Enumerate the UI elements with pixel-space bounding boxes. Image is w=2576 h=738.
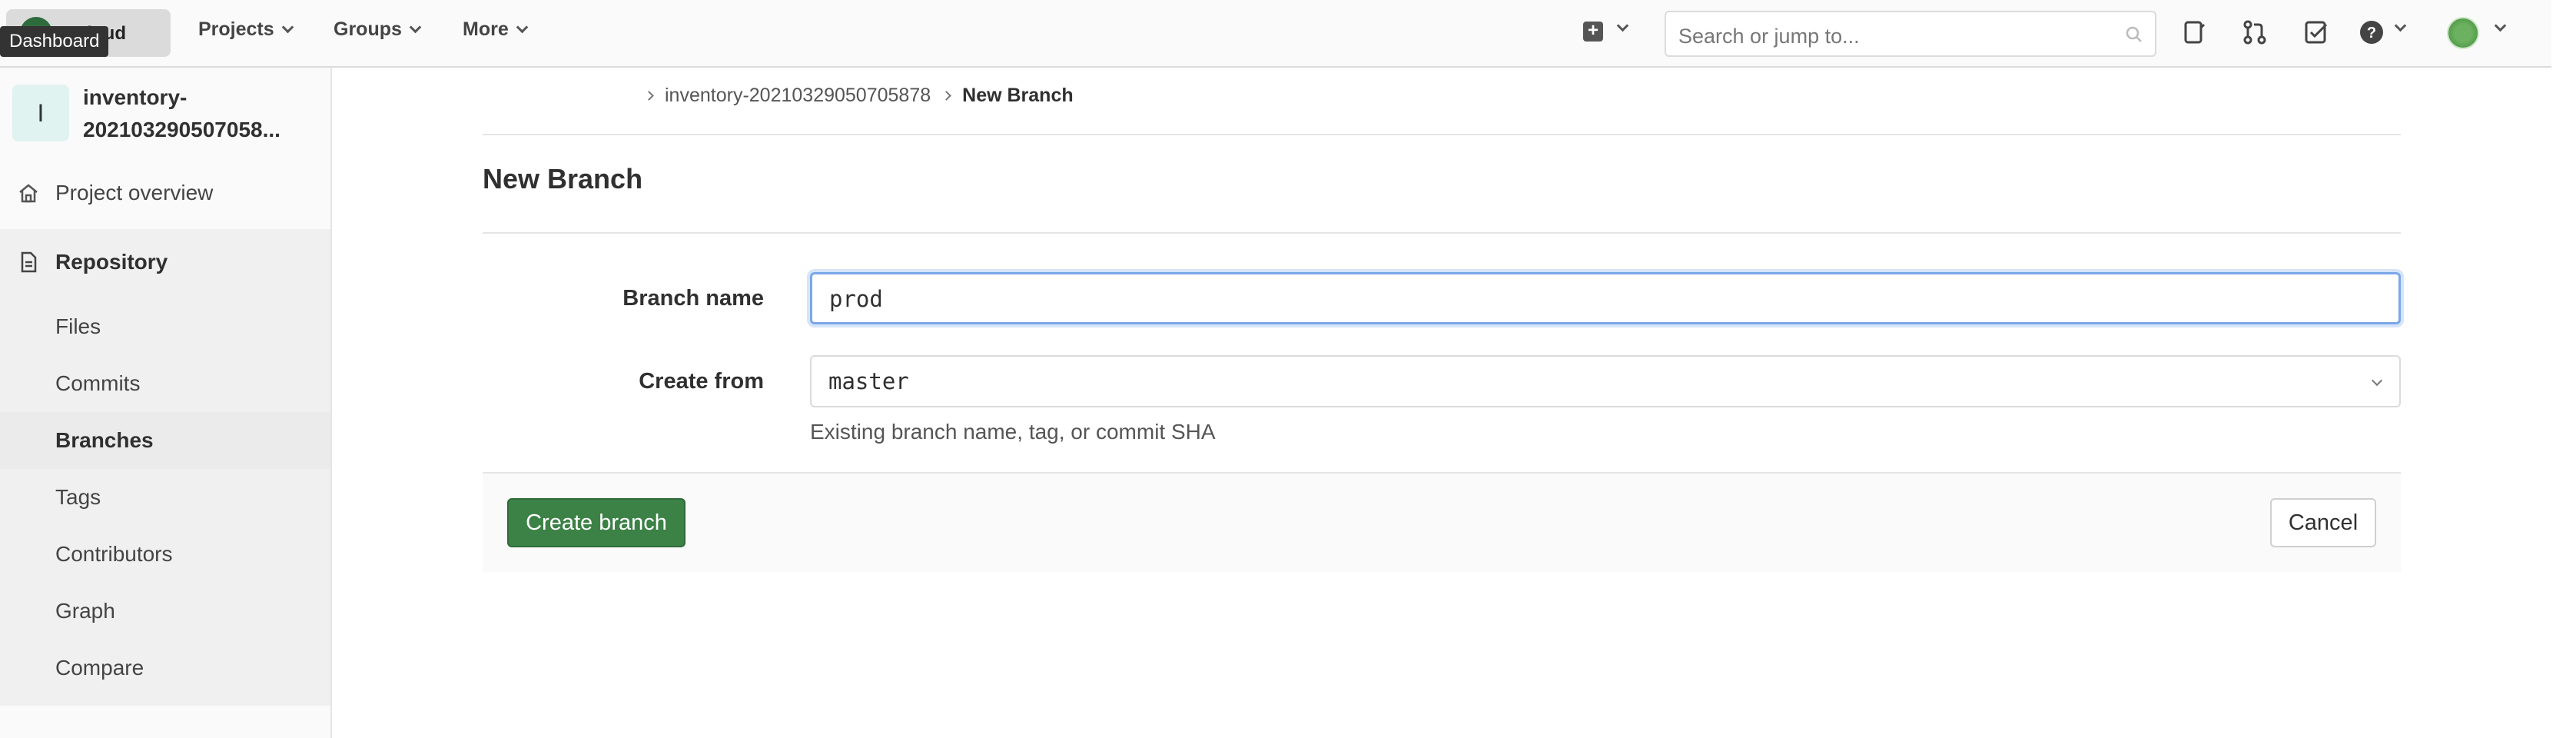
nav-more-dropdown[interactable]: More: [463, 18, 529, 41]
project-sidebar: I inventory-202103290507058... Project o…: [0, 68, 332, 738]
user-avatar[interactable]: [2447, 17, 2479, 49]
cancel-button[interactable]: Cancel: [2270, 498, 2376, 547]
sidebar-item-branches[interactable]: Branches: [0, 412, 330, 469]
chevron-right-icon: [941, 91, 952, 101]
chevron-down-icon[interactable]: [2494, 19, 2507, 32]
chevron-down-icon: [409, 21, 422, 34]
divider: [483, 232, 2401, 234]
create-from-select[interactable]: master: [810, 355, 2401, 407]
chevron-down-icon: [2371, 374, 2383, 387]
project-name[interactable]: inventory-202103290507058...: [83, 81, 314, 146]
search-placeholder: Search or jump to...: [1678, 25, 1860, 48]
todo-doc-icon[interactable]: [2181, 18, 2209, 46]
document-icon: [21, 251, 37, 273]
nav-more-label: More: [463, 18, 509, 40]
nav-projects-dropdown[interactable]: Projects: [198, 18, 294, 41]
chevron-right-icon: [644, 91, 654, 101]
sidebar-item-label: Commits: [55, 371, 141, 395]
branch-name-input[interactable]: prod: [810, 272, 2401, 324]
sidebar-item-label: Graph: [55, 599, 115, 623]
home-icon: [19, 184, 38, 203]
sidebar-item-repository[interactable]: Repository: [0, 234, 330, 291]
sidebar-item-files[interactable]: Files: [0, 298, 330, 355]
create-from-value: master: [828, 368, 909, 394]
plus-square-icon[interactable]: +: [1583, 22, 1603, 42]
top-navbar: Cloud Dashboard Projects Groups More + S…: [0, 0, 2551, 68]
svg-text:?: ?: [2367, 25, 2376, 42]
search-input[interactable]: Search or jump to...: [1665, 11, 2156, 57]
chevron-down-icon[interactable]: [2394, 19, 2407, 32]
nav-groups-label: Groups: [334, 18, 402, 40]
sidebar-item-project-overview[interactable]: Project overview: [0, 165, 330, 221]
sidebar-item-graph[interactable]: Graph: [0, 583, 330, 640]
check-square-icon[interactable]: [2302, 18, 2330, 46]
project-avatar[interactable]: I: [12, 85, 69, 141]
create-from-help-text: Existing branch name, tag, or commit SHA: [810, 420, 1216, 444]
branch-name-label: Branch name: [622, 286, 764, 311]
nav-projects-label: Projects: [198, 18, 274, 40]
sidebar-item-label: Project overview: [55, 181, 214, 204]
create-branch-button[interactable]: Create branch: [507, 498, 685, 547]
help-icon[interactable]: ?: [2358, 18, 2385, 46]
divider: [483, 134, 2401, 135]
breadcrumb-project-link[interactable]: inventory-20210329050705878: [665, 85, 931, 107]
sidebar-item-label: Files: [55, 314, 101, 338]
sidebar-item-compare[interactable]: Compare: [0, 640, 330, 696]
page-title: New Branch: [483, 163, 643, 194]
chevron-down-icon: [281, 21, 294, 34]
chevron-down-icon[interactable]: [1616, 19, 1629, 32]
create-from-label: Create from: [639, 369, 764, 394]
sidebar-item-label: Repository: [55, 250, 168, 274]
merge-request-icon[interactable]: [2241, 18, 2269, 46]
search-icon: [2126, 26, 2142, 42]
form-actions: Create branch Cancel: [483, 472, 2401, 572]
sidebar-item-label: Compare: [55, 656, 144, 680]
sidebar-item-label: Branches: [55, 428, 154, 452]
dashboard-tooltip: Dashboard: [0, 26, 109, 57]
chevron-down-icon: [516, 21, 529, 34]
sidebar-item-label: Tags: [55, 485, 101, 509]
sidebar-item-contributors[interactable]: Contributors: [0, 526, 330, 583]
sidebar-item-commits[interactable]: Commits: [0, 355, 330, 412]
nav-groups-dropdown[interactable]: Groups: [334, 18, 422, 41]
sidebar-item-label: Contributors: [55, 542, 173, 566]
sidebar-item-tags[interactable]: Tags: [0, 469, 330, 526]
breadcrumb-current[interactable]: New Branch: [962, 85, 1073, 107]
breadcrumb: inventory-20210329050705878 New Branch: [644, 85, 1074, 107]
